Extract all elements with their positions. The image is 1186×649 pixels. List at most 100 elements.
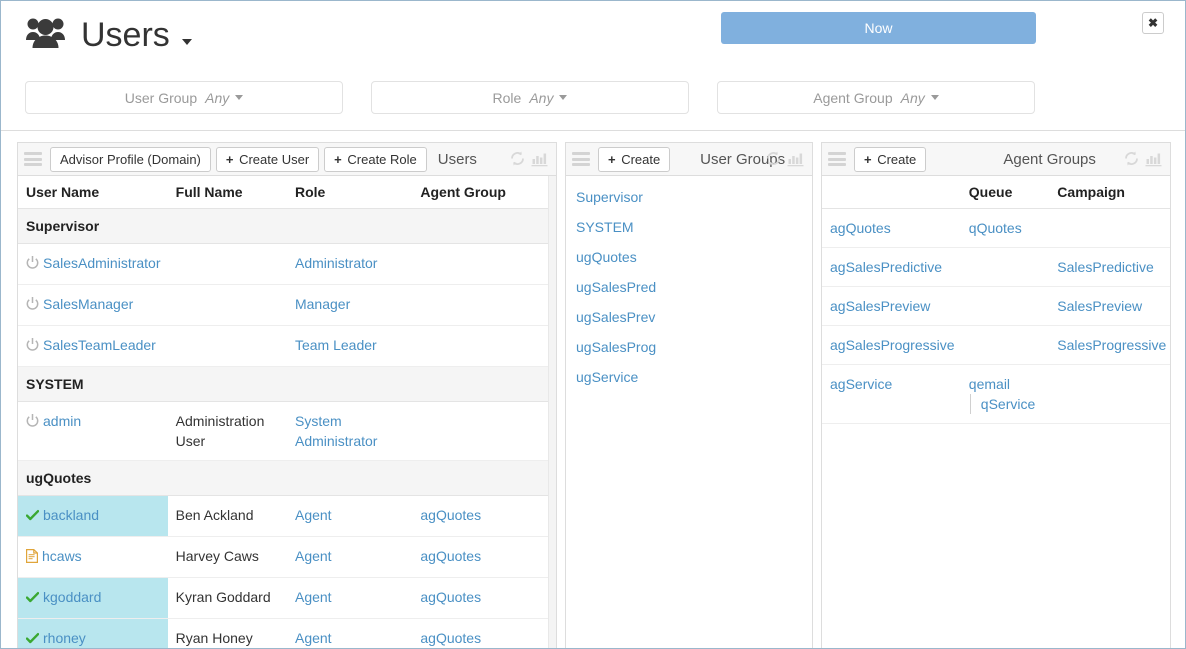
agent-group-name-cell[interactable]: agSalesProgressive bbox=[822, 325, 961, 365]
table-row[interactable]: rhoney Ryan Honey Agent agQuotes bbox=[18, 618, 556, 648]
check-icon[interactable] bbox=[25, 630, 40, 648]
campaign-link[interactable]: SalesProgressive bbox=[1057, 337, 1166, 353]
queue-cell[interactable] bbox=[960, 247, 1050, 287]
role-link[interactable]: Administrator bbox=[295, 255, 377, 271]
role-link[interactable]: Agent bbox=[295, 548, 332, 564]
document-icon[interactable] bbox=[26, 548, 38, 568]
role-cell[interactable]: Manager bbox=[286, 284, 413, 326]
user-name-cell[interactable]: SalesTeamLeader bbox=[18, 325, 168, 367]
user-name-cell[interactable]: admin bbox=[18, 401, 168, 461]
table-row[interactable]: admin Administration User System Administr… bbox=[18, 401, 556, 461]
agent-group-name-cell[interactable]: agSalesPredictive bbox=[822, 247, 961, 287]
table-row[interactable]: hcaws Harvey Caws Agent agQuotes bbox=[18, 536, 556, 578]
table-row[interactable]: agSalesProgressive SalesProgressive bbox=[822, 325, 1170, 365]
user-name-cell[interactable]: kgoddard bbox=[18, 577, 168, 619]
role-cell[interactable]: Agent bbox=[286, 495, 413, 537]
agent-group-filter[interactable]: Agent Group Any bbox=[717, 81, 1035, 114]
user-name-link[interactable]: kgoddard bbox=[43, 589, 101, 605]
role-cell[interactable]: Agent bbox=[286, 536, 413, 578]
role-link[interactable]: Agent bbox=[295, 507, 332, 523]
user-name-link[interactable]: SalesAdministrator bbox=[43, 255, 161, 271]
hamburger-menu-icon[interactable] bbox=[828, 152, 846, 166]
agent-group-cell[interactable]: agQuotes bbox=[412, 618, 556, 648]
role-cell[interactable]: Administrator bbox=[286, 243, 413, 285]
role-cell[interactable]: Agent bbox=[286, 618, 413, 648]
queue-link[interactable]: qQuotes bbox=[969, 220, 1022, 236]
table-row[interactable]: SalesTeamLeader Team Leader bbox=[18, 325, 556, 367]
agent-group-link[interactable]: agSalesPredictive bbox=[830, 259, 942, 275]
agent-group-name-cell[interactable]: agQuotes bbox=[822, 208, 961, 248]
user-group-list-item[interactable]: ugService bbox=[566, 362, 812, 392]
user-name-cell[interactable]: hcaws bbox=[18, 536, 168, 578]
user-name-link[interactable]: rhoney bbox=[43, 630, 86, 646]
agent-group-name-cell[interactable]: agService bbox=[822, 364, 961, 424]
agent-group-cell[interactable] bbox=[412, 284, 556, 326]
campaign-link[interactable]: SalesPreview bbox=[1057, 298, 1142, 314]
create-user-button[interactable]: + Create User bbox=[215, 146, 320, 172]
campaign-cell[interactable]: SalesPredictive bbox=[1049, 247, 1170, 287]
user-name-cell[interactable]: backland bbox=[18, 495, 168, 537]
table-row[interactable]: agSalesPredictive SalesPredictive bbox=[822, 247, 1170, 287]
user-name-link[interactable]: hcaws bbox=[42, 548, 82, 564]
create-user-group-button[interactable]: + Create bbox=[598, 146, 671, 172]
role-cell[interactable]: Team Leader bbox=[286, 325, 413, 367]
campaign-cell[interactable] bbox=[1049, 364, 1170, 424]
user-name-cell[interactable]: SalesManager bbox=[18, 284, 168, 326]
table-row[interactable]: agService qemail qService bbox=[822, 364, 1170, 424]
user-group-list-item[interactable]: Supervisor bbox=[566, 182, 812, 212]
user-group-list-item[interactable]: ugSalesProg bbox=[566, 332, 812, 362]
power-icon[interactable] bbox=[26, 296, 39, 316]
agent-group-link[interactable]: agQuotes bbox=[420, 589, 481, 605]
table-row[interactable]: agSalesPreview SalesPreview bbox=[822, 286, 1170, 326]
campaign-cell[interactable] bbox=[1049, 208, 1170, 248]
table-row[interactable]: SalesManager Manager bbox=[18, 284, 556, 326]
agent-group-cell[interactable]: agQuotes bbox=[412, 577, 556, 619]
campaign-cell[interactable]: SalesProgressive bbox=[1049, 325, 1170, 365]
bar-chart-icon[interactable] bbox=[782, 150, 804, 167]
role-link[interactable]: Agent bbox=[295, 630, 332, 646]
role-filter[interactable]: Role Any bbox=[371, 81, 689, 114]
user-group-list-item[interactable]: ugSalesPred bbox=[566, 272, 812, 302]
power-icon[interactable] bbox=[26, 337, 39, 357]
table-row[interactable]: kgoddard Kyran Goddard Agent agQuotes bbox=[18, 577, 556, 619]
agent-group-cell[interactable]: agQuotes bbox=[412, 495, 556, 537]
agent-group-cell[interactable] bbox=[412, 325, 556, 367]
user-group-list-item[interactable]: SYSTEM bbox=[566, 212, 812, 242]
users-panel-scrollbar[interactable] bbox=[548, 176, 556, 648]
power-icon[interactable] bbox=[26, 413, 39, 433]
table-row[interactable]: backland Ben Ackland Agent agQuotes bbox=[18, 495, 556, 537]
role-cell[interactable]: System Administrator bbox=[286, 401, 413, 461]
agent-group-link[interactable]: agQuotes bbox=[420, 548, 481, 564]
bar-chart-icon[interactable] bbox=[526, 150, 548, 167]
agent-group-cell[interactable] bbox=[412, 401, 556, 461]
now-button[interactable]: Now bbox=[721, 12, 1036, 44]
agent-group-link[interactable]: agService bbox=[830, 376, 892, 392]
hamburger-menu-icon[interactable] bbox=[24, 152, 42, 166]
agent-group-cell[interactable] bbox=[412, 243, 556, 285]
role-link[interactable]: Agent bbox=[295, 589, 332, 605]
refresh-icon[interactable] bbox=[760, 150, 782, 167]
user-name-link[interactable]: SalesTeamLeader bbox=[43, 337, 156, 353]
chevron-down-icon[interactable] bbox=[181, 39, 192, 45]
agent-group-link[interactable]: agSalesProgressive bbox=[830, 337, 955, 353]
create-agent-group-button[interactable]: + Create bbox=[854, 146, 927, 172]
create-role-button[interactable]: + Create Role bbox=[324, 146, 427, 172]
refresh-icon[interactable] bbox=[504, 150, 526, 167]
role-link[interactable]: Team Leader bbox=[295, 337, 377, 353]
check-icon[interactable] bbox=[25, 589, 40, 609]
queue-cell[interactable] bbox=[960, 286, 1050, 326]
queue-cell[interactable] bbox=[960, 325, 1050, 365]
agent-group-cell[interactable]: agQuotes bbox=[412, 536, 556, 578]
role-cell[interactable]: Agent bbox=[286, 577, 413, 619]
user-group-filter[interactable]: User Group Any bbox=[25, 81, 343, 114]
agent-group-link[interactable]: agQuotes bbox=[830, 220, 891, 236]
check-icon[interactable] bbox=[25, 507, 40, 527]
agent-group-link[interactable]: agQuotes bbox=[420, 507, 481, 523]
queue-cell[interactable]: qemail qService bbox=[960, 364, 1050, 424]
campaign-link[interactable]: SalesPredictive bbox=[1057, 259, 1154, 275]
user-name-cell[interactable]: rhoney bbox=[18, 618, 168, 648]
bar-chart-icon[interactable] bbox=[1140, 150, 1162, 167]
user-name-cell[interactable]: SalesAdministrator bbox=[18, 243, 168, 285]
user-name-link[interactable]: backland bbox=[43, 507, 99, 523]
advisor-profile-button[interactable]: Advisor Profile (Domain) bbox=[50, 146, 211, 172]
